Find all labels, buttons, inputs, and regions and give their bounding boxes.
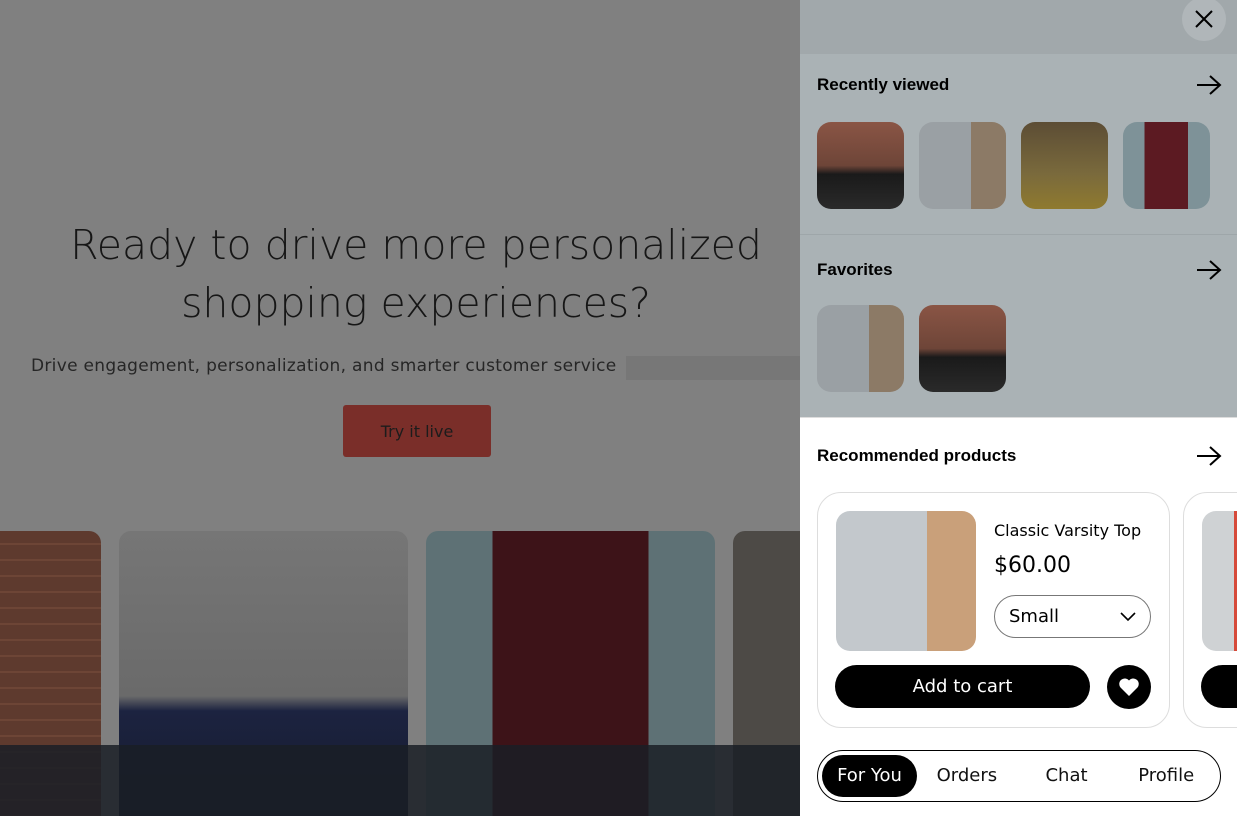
- side-panel: Recently viewed Favorites Recommended pr…: [800, 0, 1237, 816]
- blurred-text: [626, 356, 800, 380]
- recently-viewed-section: Recently viewed: [800, 54, 1237, 235]
- hero-title: Ready to drive more personalized shoppin…: [70, 221, 762, 327]
- nav-orders[interactable]: Orders: [917, 755, 1017, 797]
- close-button[interactable]: [1182, 0, 1226, 41]
- size-select[interactable]: Small: [994, 595, 1151, 638]
- recommended-section: Recommended products Classic Varsity Top…: [800, 417, 1237, 732]
- thumb-varsity[interactable]: [817, 305, 904, 392]
- product-price: $60.00: [994, 553, 1071, 578]
- product-card: Classic Varsity Top $60.00 Small Add to …: [817, 492, 1170, 728]
- panel-header: [800, 0, 1237, 54]
- close-icon: [1195, 10, 1213, 28]
- heart-icon: [1119, 678, 1139, 696]
- size-value: Small: [1009, 606, 1059, 627]
- nav-chat[interactable]: Chat: [1017, 755, 1117, 797]
- section-title: Favorites: [817, 260, 893, 279]
- favorite-button[interactable]: [1107, 665, 1151, 709]
- product-card-partial[interactable]: [1183, 492, 1237, 728]
- thumb-sweater[interactable]: [1021, 122, 1108, 209]
- hero-subtitle: Drive engagement, personalization, and s…: [31, 356, 617, 376]
- nav-profile[interactable]: Profile: [1116, 755, 1216, 797]
- arrow-right-icon[interactable]: [1196, 445, 1222, 467]
- add-to-cart-button[interactable]: Add to cart: [835, 665, 1090, 708]
- section-title: Recently viewed: [817, 75, 950, 94]
- favorites-section: Favorites: [800, 235, 1237, 417]
- thumb-bag[interactable]: [919, 305, 1006, 392]
- arrow-right-icon[interactable]: [1196, 259, 1222, 281]
- nav-for-you[interactable]: For You: [822, 755, 917, 797]
- bottom-nav: For You Orders Chat Profile: [817, 750, 1221, 802]
- chevron-down-icon: [1120, 611, 1136, 621]
- thumb-bag[interactable]: [817, 122, 904, 209]
- product-image[interactable]: [836, 511, 976, 651]
- background-page: Ready to drive more personalized shoppin…: [0, 0, 800, 816]
- thumb-plaid[interactable]: [1123, 122, 1210, 209]
- bottom-bar: [0, 745, 800, 816]
- product-name: Classic Varsity Top: [994, 521, 1142, 540]
- try-it-live-button[interactable]: Try it live: [343, 405, 491, 457]
- arrow-right-icon[interactable]: [1196, 74, 1222, 96]
- section-title: Recommended products: [817, 446, 1017, 465]
- thumb-varsity[interactable]: [919, 122, 1006, 209]
